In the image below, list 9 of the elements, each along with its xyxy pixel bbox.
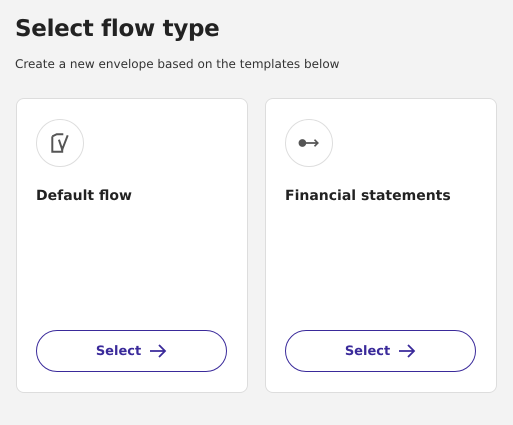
- select-button[interactable]: Select: [285, 330, 476, 372]
- page-title: Select flow type: [15, 15, 220, 44]
- card-title: Financial statements: [285, 187, 452, 205]
- select-button[interactable]: Select: [36, 330, 227, 372]
- page-subtitle: Create a new envelope based on the templates below: [15, 56, 340, 72]
- document-check-icon: [49, 133, 71, 153]
- arrow-right-icon: [398, 344, 416, 358]
- card-title: Default flow: [36, 187, 133, 205]
- arrow-right-icon: [149, 344, 168, 358]
